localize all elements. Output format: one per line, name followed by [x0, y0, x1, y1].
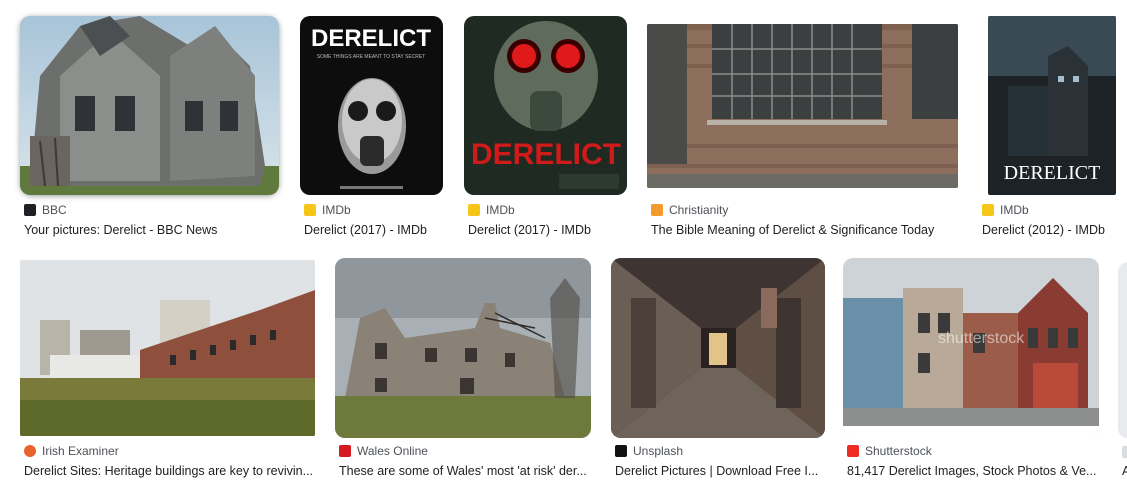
poster-title: DERELICT: [1004, 162, 1101, 184]
result-caption[interactable]: The Bible Meaning of Derelict & Signific…: [651, 223, 956, 237]
poster-title: DERELICT: [471, 138, 621, 171]
result-caption[interactable]: Derelict (2017) - IMDb: [468, 223, 628, 237]
result-source: IMDb: [1000, 203, 1029, 217]
corridor-thumbnail[interactable]: [611, 258, 825, 438]
result-source: Wales Online: [357, 444, 428, 458]
result-caption[interactable]: Derelict (2012) - IMDb: [982, 223, 1120, 237]
result-source: Christianity: [669, 203, 729, 217]
imdb-favicon-icon: [982, 204, 994, 216]
result-caption[interactable]: 81,417 Derelict Images, Stock Photos & V…: [847, 464, 1097, 478]
building-thumbnail[interactable]: [647, 24, 958, 188]
image-result-imdb-2017-b[interactable]: DERELICT IMDb Derelict (2017) - IMDb: [464, 16, 629, 246]
partial-result-thumbnail[interactable]: [1118, 262, 1127, 438]
shutterstock-favicon-icon: [847, 445, 859, 457]
wales-online-favicon-icon: [339, 445, 351, 457]
partial-favicon-icon: [1122, 446, 1127, 458]
result-source: Shutterstock: [865, 444, 932, 458]
factory-thumbnail[interactable]: [20, 260, 315, 436]
result-caption[interactable]: These are some of Wales' most 'at risk' …: [339, 464, 589, 478]
image-result-imdb-2017-a[interactable]: DERELICT SOME THINGS ARE MEANT TO STAY S…: [300, 16, 445, 246]
bbc-favicon-icon: [24, 204, 36, 216]
house-thumbnail[interactable]: [20, 16, 279, 195]
result-source: BBC: [42, 203, 67, 217]
result-source: IMDb: [486, 203, 515, 217]
result-source: Irish Examiner: [42, 444, 119, 458]
imdb-favicon-icon: [304, 204, 316, 216]
result-caption[interactable]: Derelict (2017) - IMDb: [304, 223, 449, 237]
imdb-favicon-icon: [468, 204, 480, 216]
street-thumbnail[interactable]: shutterstock: [843, 258, 1099, 438]
poster-thumbnail[interactable]: DERELICT SOME THINGS ARE MEANT TO STAY S…: [300, 16, 443, 195]
result-caption[interactable]: Derelict Sites: Heritage buildings are k…: [24, 464, 314, 478]
result-caption[interactable]: Your pictures: Derelict - BBC News: [24, 223, 279, 237]
christianity-favicon-icon: [651, 204, 663, 216]
irish-examiner-favicon-icon: [24, 445, 36, 457]
result-caption[interactable]: Derelict Pictures | Download Free I...: [615, 464, 820, 478]
result-source: Unsplash: [633, 444, 684, 458]
image-result-shutterstock[interactable]: shutterstock Shutterstock 81,417 Derelic…: [843, 258, 1101, 488]
unsplash-favicon-icon: [615, 445, 627, 457]
image-result-unsplash[interactable]: Unsplash Derelict Pictures | Download Fr…: [611, 258, 827, 488]
poster-thumbnail[interactable]: DERELICT: [988, 16, 1116, 195]
image-result-irish-examiner[interactable]: Irish Examiner Derelict Sites: Heritage …: [20, 258, 318, 488]
ruin-thumbnail[interactable]: [335, 258, 591, 438]
image-result-christianity[interactable]: Christianity The Bible Meaning of Dereli…: [647, 16, 959, 246]
partial-result-caption[interactable]: A: [1122, 464, 1127, 478]
image-result-imdb-2012[interactable]: DERELICT IMDb Derelict (2012) - IMDb: [978, 16, 1118, 246]
watermark-text: shutterstock: [938, 330, 1025, 347]
image-result-bbc[interactable]: BBC Your pictures: Derelict - BBC News: [20, 16, 280, 246]
poster-tagline: SOME THINGS ARE MEANT TO STAY SECRET: [317, 54, 426, 60]
poster-thumbnail[interactable]: DERELICT: [464, 16, 627, 195]
result-source: IMDb: [322, 203, 351, 217]
poster-title: DERELICT: [311, 25, 431, 52]
image-result-wales-online[interactable]: Wales Online These are some of Wales' mo…: [335, 258, 593, 488]
